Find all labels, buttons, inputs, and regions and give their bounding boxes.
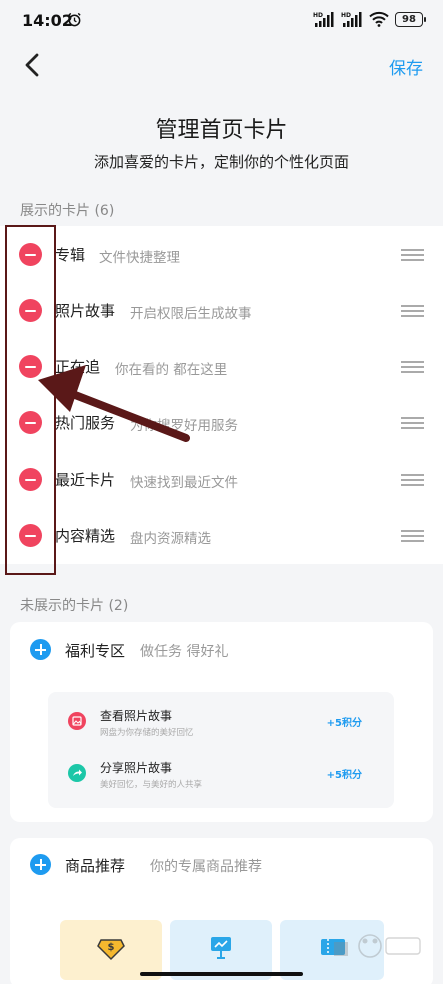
product-tile[interactable] [170,920,272,980]
drag-handle-icon[interactable] [401,530,424,542]
task-row: 分享照片故事 美好回忆，与美好的人共享 +5积分 [48,750,394,800]
hidden-cards-label: 未展示的卡片 (2) [20,598,129,614]
signal-icon-2: HD [341,12,362,27]
shown-card-recent: 最近卡片 快速找到最近文件 [0,451,443,507]
back-arrow-icon[interactable] [22,52,44,78]
welfare-task-list: 查看照片故事 网盘为你存储的美好回忆 +5积分 分享照片故事 美好回忆，与美好的… [48,692,394,808]
card-desc: 为你搜罗好用服务 [130,418,238,434]
card-desc: 你的专属商品推荐 [150,859,262,875]
card-name: 热门服务 [55,414,116,432]
card-desc: 你在看的 都在这里 [115,362,228,378]
svg-text:HD: HD [341,12,351,19]
battery-indicator: 98 [395,11,426,27]
shown-cards-list: 专辑 文件快捷整理 照片故事 开启权限后生成故事 正在追 你在看的 都在这里 热… [0,226,443,564]
alarm-clock-icon [68,12,81,27]
card-name: 正在追 [55,358,101,376]
watermark-logo [334,934,421,958]
shown-card-photo-story: 照片故事 开启权限后生成故事 [0,282,443,338]
task-subtitle: 美好回忆，与美好的人共享 [100,780,203,790]
status-icons: HD HD 98 [313,11,426,27]
card-desc: 文件快捷整理 [99,250,180,266]
card-name: 内容精选 [55,527,116,545]
page-subtitle: 添加喜爱的卡片，定制你的个性化页面 [93,153,349,171]
card-name: 专辑 [55,246,86,264]
add-icon[interactable] [30,854,51,875]
card-desc: 盘内资源精选 [130,531,211,547]
card-desc: 开启权限后生成故事 [130,306,252,322]
task-points: +5积分 [326,770,362,781]
drag-handle-icon[interactable] [401,305,424,317]
add-icon[interactable] [30,639,51,660]
card-desc: 快速找到最近文件 [130,475,238,491]
status-time: 14:02 [22,11,73,30]
task-title: 查看照片故事 [100,709,173,723]
status-bar: 14:02 HD HD 98 [0,0,443,40]
drag-handle-icon[interactable] [401,417,424,429]
drag-handle-icon[interactable] [401,361,424,373]
shown-cards-label: 展示的卡片 (6) [20,203,115,219]
photo-icon [68,712,86,730]
shown-card-album: 专辑 文件快捷整理 [0,226,443,282]
shown-card-hot-services: 热门服务 为你搜罗好用服务 [0,394,443,450]
task-subtitle: 网盘为你存储的美好回忆 [100,728,194,738]
card-name: 福利专区 [65,642,126,660]
shown-card-following: 正在追 你在看的 都在这里 [0,338,443,394]
signal-icon: HD [313,12,334,27]
product-tile[interactable]: $ [60,920,162,980]
task-row: 查看照片故事 网盘为你存储的美好回忆 +5积分 [48,698,394,748]
wifi-icon [369,11,389,27]
drag-handle-icon[interactable] [401,249,424,261]
page-title: 管理首页卡片 [155,118,288,143]
save-button[interactable]: 保存 [389,54,423,79]
home-indicator[interactable] [140,972,303,976]
share-arrow-icon [68,764,86,782]
drag-handle-icon[interactable] [401,474,424,486]
svg-text:HD: HD [313,12,323,19]
presentation-chart-icon [211,937,231,959]
card-name: 商品推荐 [65,857,126,875]
task-title: 分享照片故事 [100,761,173,775]
hidden-card-welfare: 福利专区 做任务 得好礼 查看照片故事 网盘为你存储的美好回忆 +5积分 分享照… [10,622,433,822]
card-desc: 做任务 得好礼 [140,644,229,660]
coin-badge-icon: $ [97,939,125,961]
annotation-highlight-box [5,225,56,575]
shown-card-featured: 内容精选 盘内资源精选 [0,507,443,563]
svg-text:$: $ [108,942,115,953]
card-name: 照片故事 [55,302,116,320]
task-points: +5积分 [326,718,362,729]
card-name: 最近卡片 [55,471,116,489]
